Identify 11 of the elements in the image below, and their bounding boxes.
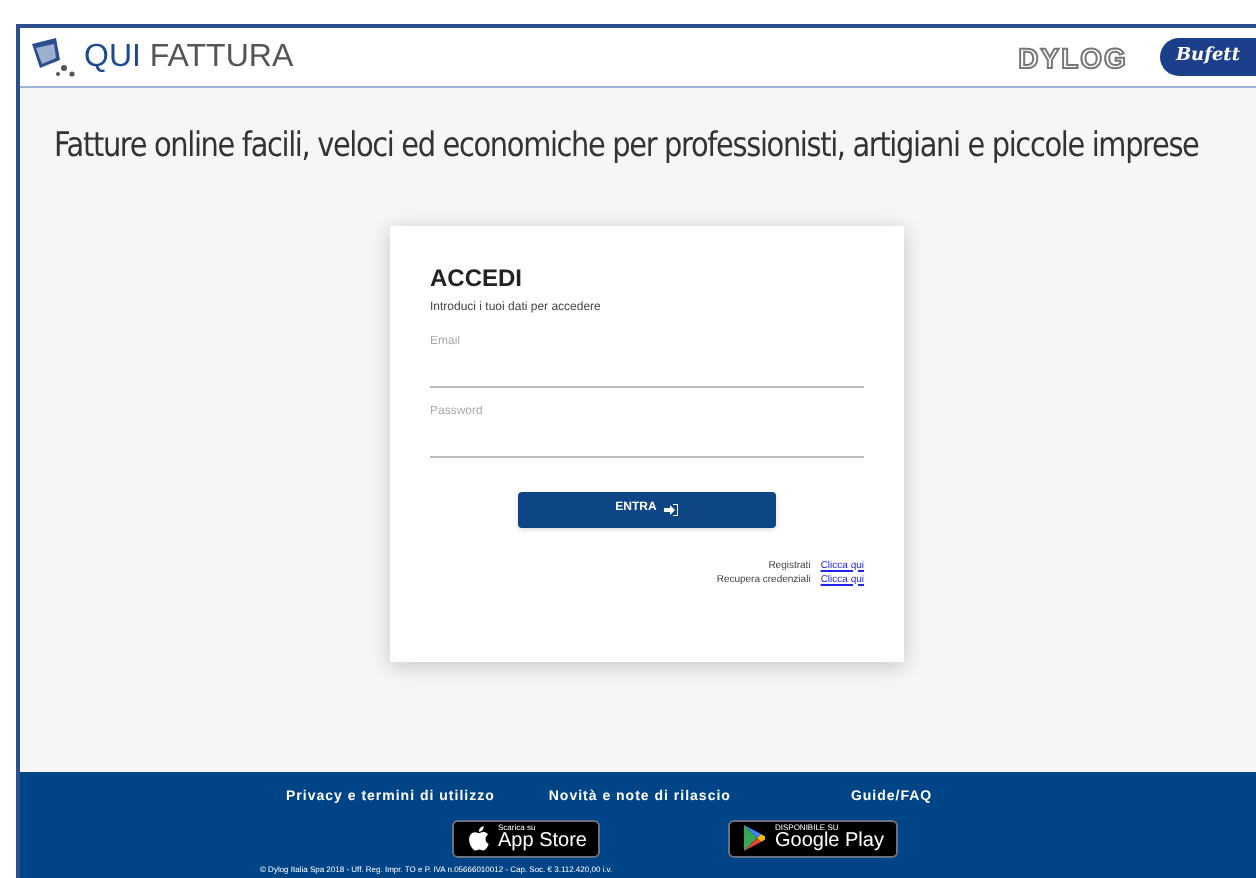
logo-icon bbox=[28, 35, 80, 79]
badge-title: App Store bbox=[498, 832, 587, 852]
login-title: ACCEDI bbox=[430, 265, 525, 289]
badge-title: Google Play bbox=[774, 832, 884, 852]
login-icon bbox=[664, 503, 679, 515]
brand-name: QUI FATTURA bbox=[84, 41, 294, 73]
partner-logo: Bufett bbox=[1159, 37, 1256, 77]
partner-logo: DYLOG bbox=[1018, 43, 1128, 71]
headline: Fatture online facili, veloci ed economiche per professionisti, artigiani e piccole imprese bbox=[54, 124, 1199, 170]
play-icon bbox=[742, 824, 767, 852]
apple-icon bbox=[466, 824, 490, 852]
